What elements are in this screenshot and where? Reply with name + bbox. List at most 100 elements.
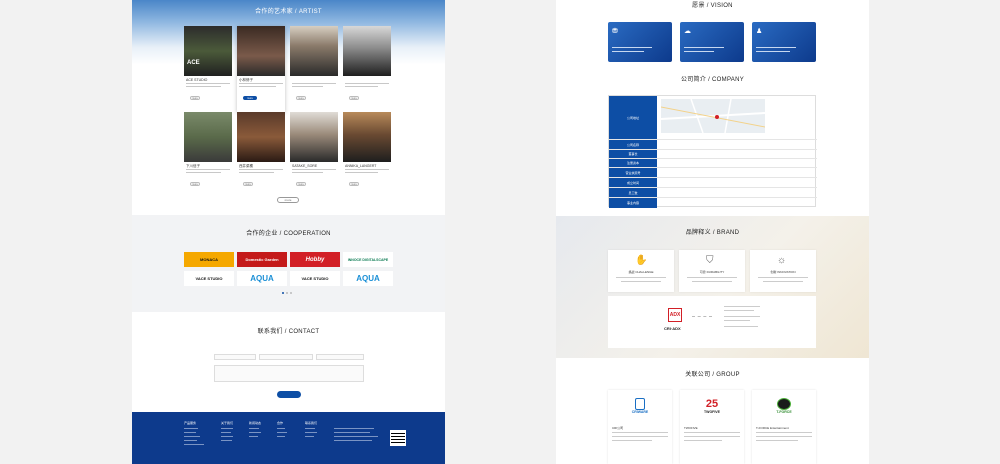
artist-photo: [237, 112, 285, 162]
brand-section-subtitle: [556, 236, 869, 240]
bulb-icon: ☼: [777, 255, 787, 266]
artist-section-subtitle: [132, 14, 445, 18]
partner-logo[interactable]: VACE STUDIO: [184, 271, 234, 286]
group-company-name: T-FORCE Entertainment: [756, 426, 789, 430]
artist-description: [345, 83, 389, 93]
artist-description: [239, 83, 283, 93]
artist-photo: ACE: [184, 26, 232, 76]
artist-more-button[interactable]: more: [243, 96, 257, 100]
footer-column-title: 产品服务: [184, 421, 197, 425]
cooperation-section-subtitle: [132, 236, 445, 240]
group-section: 关联公司 / GROUP CRIWARE CRI公司 25 TWOFIVE TW…: [556, 358, 869, 464]
artist-card[interactable]: more: [290, 26, 338, 106]
partner-logo[interactable]: Hobby: [290, 252, 340, 267]
criware-logo: CRIWARE: [608, 395, 672, 417]
contact-name-input[interactable]: [214, 354, 256, 360]
artist-card[interactable]: ACE ACE STUDIO more: [184, 26, 232, 106]
chart-icon: ⛃: [612, 28, 618, 35]
left-page-screenshot: 合作的艺术家 / ARTIST ACE ACE STUDIO more 小林修子…: [132, 0, 445, 464]
shield-icon: ⛉: [706, 255, 714, 266]
footer-column-title: 新闻动态: [249, 421, 262, 425]
group-company-name: TWOFIVE: [684, 426, 698, 430]
brand-card-label: 挑战 CHALLENGE: [628, 270, 654, 274]
artist-more-button[interactable]: more: [243, 182, 253, 186]
partner-logo[interactable]: MONACA: [184, 252, 234, 267]
table-row: 营业执照号: [609, 167, 817, 177]
people-icon: ♟: [756, 28, 763, 35]
footer: 产品服务 关于我们 新闻动态 合作 联系我们 -: [132, 412, 445, 464]
artist-card[interactable]: more: [343, 26, 391, 106]
vision-card: ☁: [680, 22, 744, 62]
artist-photo: [237, 26, 285, 76]
artist-more-button[interactable]: more: [190, 182, 200, 186]
artist-description: [345, 169, 389, 179]
table-key: 注册资本: [609, 159, 657, 167]
table-key: 营业执照号: [609, 168, 657, 177]
table-row: 成立时间: [609, 177, 817, 187]
company-info-table: 公司地址 公司名称 董事长 注册资本 营业执照号 成立时间 员工数 事业内容: [608, 95, 817, 208]
footer-contact-info: -: [334, 421, 378, 444]
contact-submit-button[interactable]: [277, 391, 301, 398]
artist-name: SATAKE_SORE: [292, 164, 318, 168]
group-company-card[interactable]: 25 TWOFIVE TWOFIVE: [680, 390, 744, 464]
vision-section: 愿景 / VISION ⛃ ☁ ♟: [556, 0, 869, 70]
artist-description: [292, 83, 336, 93]
artist-more-button[interactable]: more: [296, 96, 306, 100]
partner-logo[interactable]: AQUA: [343, 271, 393, 286]
footer-column: 产品服务: [184, 421, 204, 448]
contact-message-textarea[interactable]: [214, 365, 364, 382]
table-key: 董事长: [609, 150, 657, 158]
artist-more-button[interactable]: more: [349, 96, 359, 100]
footer-column-title: 联系我们: [305, 421, 318, 425]
artist-photo: [290, 112, 338, 162]
twofive-logo: 25 TWOFIVE: [704, 397, 720, 414]
company-section: 公司简介 / COMPANY 公司地址 公司名称 董事长 注册资本 营业执照号 …: [556, 70, 869, 216]
contact-section-subtitle: [132, 334, 445, 338]
partner-logo[interactable]: VACE STUDIO: [290, 271, 340, 286]
artist-more-button[interactable]: more: [349, 182, 359, 186]
artist-card[interactable]: 下川信子 more: [184, 112, 232, 192]
vision-section-subtitle: [556, 8, 869, 12]
brand-card-label: 创新 INNOVATION: [770, 270, 796, 274]
artist-photo: [184, 112, 232, 162]
carousel-dots[interactable]: [282, 292, 292, 294]
footer-column-title: 合作: [277, 421, 284, 425]
artist-photo: [343, 26, 391, 76]
brand-explanation: [724, 306, 760, 330]
table-row: 事业内容: [609, 197, 817, 208]
artist-photo: [290, 26, 338, 76]
artist-card[interactable]: 小林修子 more: [237, 26, 285, 112]
brand-logo-panel: ADX CRI·ADX: [608, 296, 816, 348]
adx-logo-icon: ADX: [668, 308, 682, 322]
table-key: 事业内容: [609, 198, 657, 208]
group-company-card[interactable]: CRIWARE CRI公司: [608, 390, 672, 464]
artist-description: [186, 169, 230, 179]
artist-more-button[interactable]: more: [190, 96, 200, 100]
artist-name: ANNIKA_LANGERT: [345, 164, 377, 168]
vision-card: ⛃: [608, 22, 672, 62]
artist-card[interactable]: ANNIKA_LANGERT more: [343, 112, 391, 192]
table-row: 注册资本: [609, 158, 817, 167]
artist-card[interactable]: 西井菜穂 more: [237, 112, 285, 192]
tforce-logo: T-FORCE: [752, 395, 816, 417]
brand-card: ☼ 创新 INNOVATION: [750, 250, 816, 292]
table-key: 公司地址: [609, 96, 657, 139]
right-page-screenshot: 愿景 / VISION ⛃ ☁ ♟ 公司简介 / COMPANY 公司地址 公司…: [556, 0, 869, 464]
partner-logo[interactable]: INNOCE DIGITALSCAPE: [343, 252, 393, 267]
table-key: 成立时间: [609, 178, 657, 187]
artist-more-button[interactable]: more: [296, 182, 306, 186]
contact-phone-input[interactable]: [259, 354, 313, 360]
footer-column-title: 关于我们: [221, 421, 234, 425]
load-more-button[interactable]: more: [277, 197, 299, 203]
company-section-subtitle: [556, 82, 869, 86]
partner-logo[interactable]: AQUA: [237, 271, 287, 286]
group-section-title: 关联公司 / GROUP: [685, 372, 740, 378]
footer-column: 合作: [277, 421, 287, 440]
group-company-card[interactable]: T-FORCE T-FORCE Entertainment: [752, 390, 816, 464]
partner-logo[interactable]: Domestic Garden: [237, 252, 287, 267]
location-map[interactable]: [661, 99, 765, 133]
contact-email-input[interactable]: [316, 354, 364, 360]
artist-card[interactable]: SATAKE_SORE more: [290, 112, 338, 192]
qr-code-icon: [390, 430, 406, 446]
table-row: 公司地址: [609, 96, 817, 139]
